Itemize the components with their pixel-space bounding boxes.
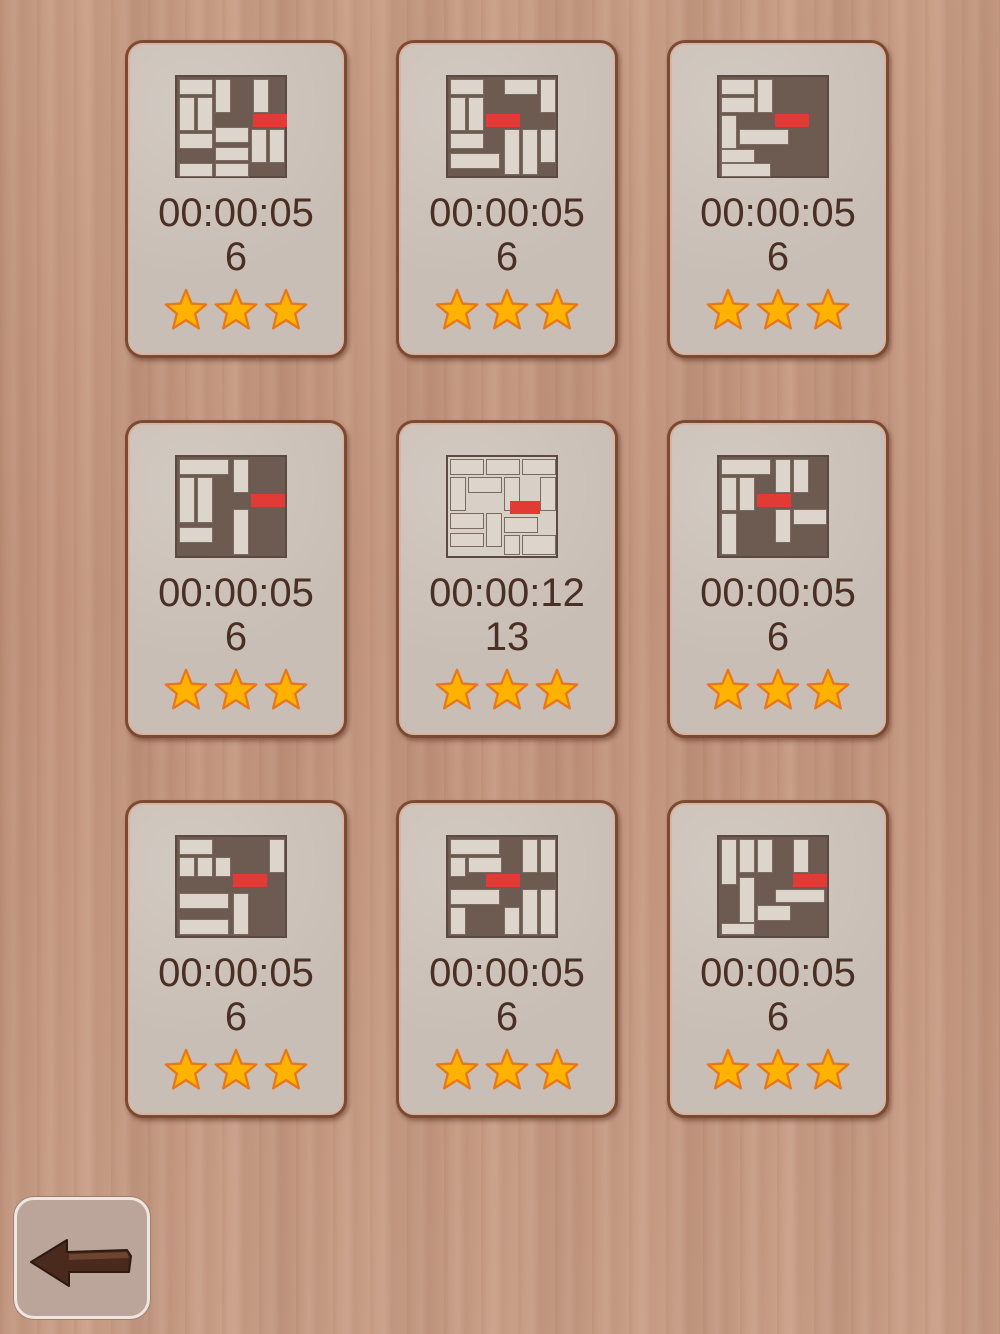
star-icon (706, 1048, 750, 1090)
level-time: 00:00:12 (429, 571, 585, 615)
level-moves: 6 (766, 615, 790, 659)
level-card-9[interactable]: 00:00:05 6 (667, 800, 889, 1118)
star-rating (128, 1047, 344, 1098)
star-icon (264, 668, 308, 710)
star-icon (435, 288, 479, 330)
star-icon (806, 668, 850, 710)
star-rating (399, 287, 615, 338)
star-icon (214, 1048, 258, 1090)
level-time: 00:00:05 (429, 191, 585, 235)
level-card-7[interactable]: 00:00:05 6 (125, 800, 347, 1118)
star-icon (485, 1048, 529, 1090)
star-icon (214, 668, 258, 710)
star-rating (399, 1047, 615, 1098)
level-moves: 6 (766, 995, 790, 1039)
level-thumbnail (175, 455, 287, 558)
level-moves: 6 (495, 995, 519, 1039)
level-thumbnail (446, 835, 558, 938)
level-time: 00:00:05 (700, 951, 856, 995)
star-icon (164, 668, 208, 710)
star-rating (670, 287, 886, 338)
star-rating (670, 1047, 886, 1098)
level-time: 00:00:05 (158, 951, 314, 995)
level-thumbnail (717, 455, 829, 558)
star-icon (756, 288, 800, 330)
level-time: 00:00:05 (429, 951, 585, 995)
level-card-3[interactable]: 00:00:05 6 (667, 40, 889, 358)
star-rating (128, 667, 344, 718)
star-icon (214, 288, 258, 330)
level-moves: 6 (495, 235, 519, 279)
star-icon (435, 668, 479, 710)
star-icon (535, 668, 579, 710)
level-moves: 6 (224, 235, 248, 279)
level-thumbnail (717, 835, 829, 938)
star-icon (264, 1048, 308, 1090)
level-thumbnail (446, 455, 558, 558)
level-thumbnail (175, 835, 287, 938)
level-moves: 13 (484, 615, 530, 659)
level-card-8[interactable]: 00:00:05 6 (396, 800, 618, 1118)
back-button[interactable] (14, 1197, 150, 1319)
star-icon (164, 1048, 208, 1090)
star-icon (435, 1048, 479, 1090)
star-icon (535, 1048, 579, 1090)
level-thumbnail (717, 75, 829, 178)
level-time: 00:00:05 (158, 571, 314, 615)
level-card-4[interactable]: 00:00:05 6 (125, 420, 347, 738)
star-icon (706, 288, 750, 330)
star-icon (264, 288, 308, 330)
level-time: 00:00:05 (700, 571, 856, 615)
level-card-1[interactable]: 00:00:05 6 (125, 40, 347, 358)
level-time: 00:00:05 (158, 191, 314, 235)
level-time: 00:00:05 (700, 191, 856, 235)
level-moves: 6 (766, 235, 790, 279)
level-card-5[interactable]: 00:00:12 13 (396, 420, 618, 738)
star-icon (806, 288, 850, 330)
star-icon (164, 288, 208, 330)
level-card-6[interactable]: 00:00:05 6 (667, 420, 889, 738)
star-icon (756, 1048, 800, 1090)
left-arrow-icon (30, 1239, 132, 1287)
star-icon (706, 668, 750, 710)
level-moves: 6 (224, 615, 248, 659)
star-icon (485, 668, 529, 710)
level-thumbnail (446, 75, 558, 178)
level-moves: 6 (224, 995, 248, 1039)
level-thumbnail (175, 75, 287, 178)
star-rating (399, 667, 615, 718)
star-rating (670, 667, 886, 718)
star-icon (485, 288, 529, 330)
star-icon (756, 668, 800, 710)
star-icon (535, 288, 579, 330)
star-rating (128, 287, 344, 338)
level-card-2[interactable]: 00:00:05 6 (396, 40, 618, 358)
star-icon (806, 1048, 850, 1090)
